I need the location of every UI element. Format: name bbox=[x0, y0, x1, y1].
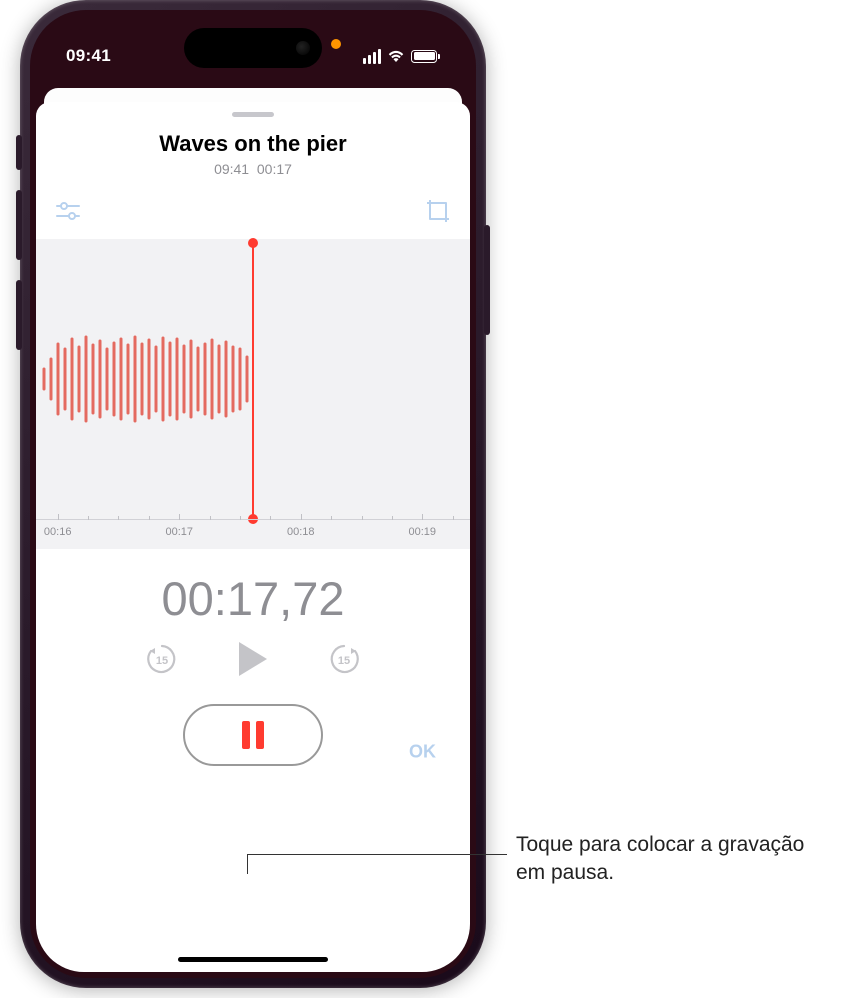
pause-recording-button[interactable] bbox=[183, 704, 323, 766]
svg-text:15: 15 bbox=[338, 655, 350, 667]
callout-leader-line bbox=[247, 854, 507, 855]
recording-title: Waves on the pier bbox=[36, 131, 470, 157]
enhance-settings-button[interactable] bbox=[54, 197, 82, 225]
status-time: 09:41 bbox=[66, 46, 111, 66]
dynamic-island bbox=[184, 28, 322, 68]
volume-up-button[interactable] bbox=[16, 190, 22, 260]
phone-screen: 09:41 Waves on the pier bbox=[30, 10, 476, 978]
callout-leader-line bbox=[247, 854, 249, 874]
tick-label: 00:18 bbox=[287, 526, 315, 538]
skip-back-15-button[interactable]: 15 bbox=[145, 642, 179, 676]
play-button[interactable] bbox=[237, 640, 269, 678]
power-button[interactable] bbox=[484, 225, 490, 335]
tick-label: 00:16 bbox=[44, 526, 72, 538]
svg-text:15: 15 bbox=[156, 655, 168, 667]
elapsed-time: 00:17,72 bbox=[36, 571, 470, 626]
tick-label: 00:17 bbox=[165, 526, 193, 538]
tick-label: 00:19 bbox=[408, 526, 436, 538]
recording-meta-duration: 00:17 bbox=[257, 161, 292, 177]
mute-switch[interactable] bbox=[16, 135, 22, 170]
recording-indicator-dot bbox=[331, 39, 341, 49]
playhead[interactable] bbox=[252, 243, 254, 519]
volume-down-button[interactable] bbox=[16, 280, 22, 350]
recording-meta-time: 09:41 bbox=[214, 161, 249, 177]
home-indicator[interactable] bbox=[178, 957, 328, 962]
timeline-ruler: 00:16 00:17 00:18 00:19 bbox=[36, 519, 470, 549]
skip-forward-15-button[interactable]: 15 bbox=[327, 642, 361, 676]
pause-icon bbox=[242, 721, 264, 749]
phone-frame: 09:41 Waves on the pier bbox=[20, 0, 486, 988]
recording-sheet: Waves on the pier 09:41 00:17 bbox=[36, 102, 470, 972]
wifi-icon bbox=[387, 49, 405, 63]
trim-button[interactable] bbox=[424, 197, 452, 225]
recording-meta: 09:41 00:17 bbox=[36, 161, 470, 177]
cellular-signal-icon bbox=[363, 49, 382, 64]
battery-icon bbox=[411, 50, 440, 63]
ok-button[interactable]: OK bbox=[409, 742, 436, 763]
front-camera-icon bbox=[296, 41, 310, 55]
callout-text: Toque para colocar a gravação em pausa. bbox=[516, 831, 816, 888]
waveform-area[interactable]: 00:16 00:17 00:18 00:19 bbox=[36, 239, 470, 549]
sheet-grabber[interactable] bbox=[232, 112, 274, 117]
